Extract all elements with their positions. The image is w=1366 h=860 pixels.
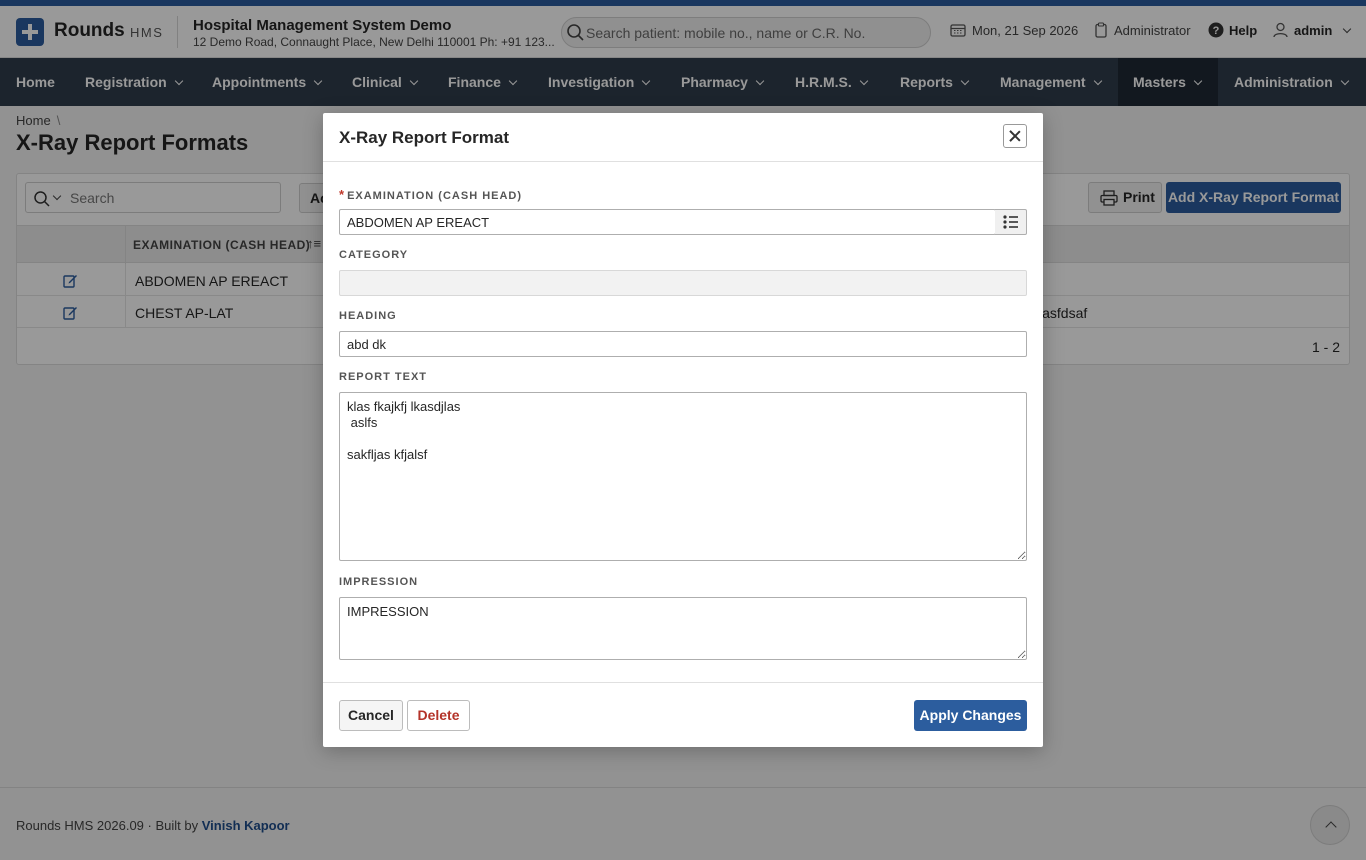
report-text-label: REPORT TEXT bbox=[339, 371, 428, 383]
impression-field[interactable]: IMPRESSION bbox=[339, 597, 1027, 660]
list-of-values-button[interactable] bbox=[995, 209, 1027, 235]
heading-field[interactable] bbox=[339, 331, 1027, 357]
impression-label: IMPRESSION bbox=[339, 576, 419, 588]
xray-report-format-dialog: X-Ray Report Format * EXAMINATION (CASH H… bbox=[323, 113, 1043, 747]
list-icon bbox=[1003, 215, 1018, 229]
cancel-button[interactable]: Cancel bbox=[339, 700, 403, 731]
dialog-title: X-Ray Report Format bbox=[339, 128, 510, 147]
examination-label-text: EXAMINATION (CASH HEAD) bbox=[347, 190, 523, 202]
report-text-field[interactable]: klas fkajkfj lkasdjlas aslfs sakfljas kf… bbox=[339, 392, 1027, 561]
dialog-header: X-Ray Report Format bbox=[323, 113, 1043, 162]
close-icon[interactable] bbox=[1003, 124, 1027, 148]
examination-field[interactable] bbox=[339, 209, 996, 235]
category-label: CATEGORY bbox=[339, 249, 409, 261]
required-marker: * bbox=[339, 187, 346, 202]
examination-label: * EXAMINATION (CASH HEAD) bbox=[339, 187, 522, 202]
apply-changes-button[interactable]: Apply Changes bbox=[914, 700, 1027, 731]
dialog-footer: Cancel Delete Apply Changes bbox=[323, 682, 1043, 747]
category-field bbox=[339, 270, 1027, 296]
delete-button[interactable]: Delete bbox=[407, 700, 470, 731]
heading-label: HEADING bbox=[339, 310, 397, 322]
